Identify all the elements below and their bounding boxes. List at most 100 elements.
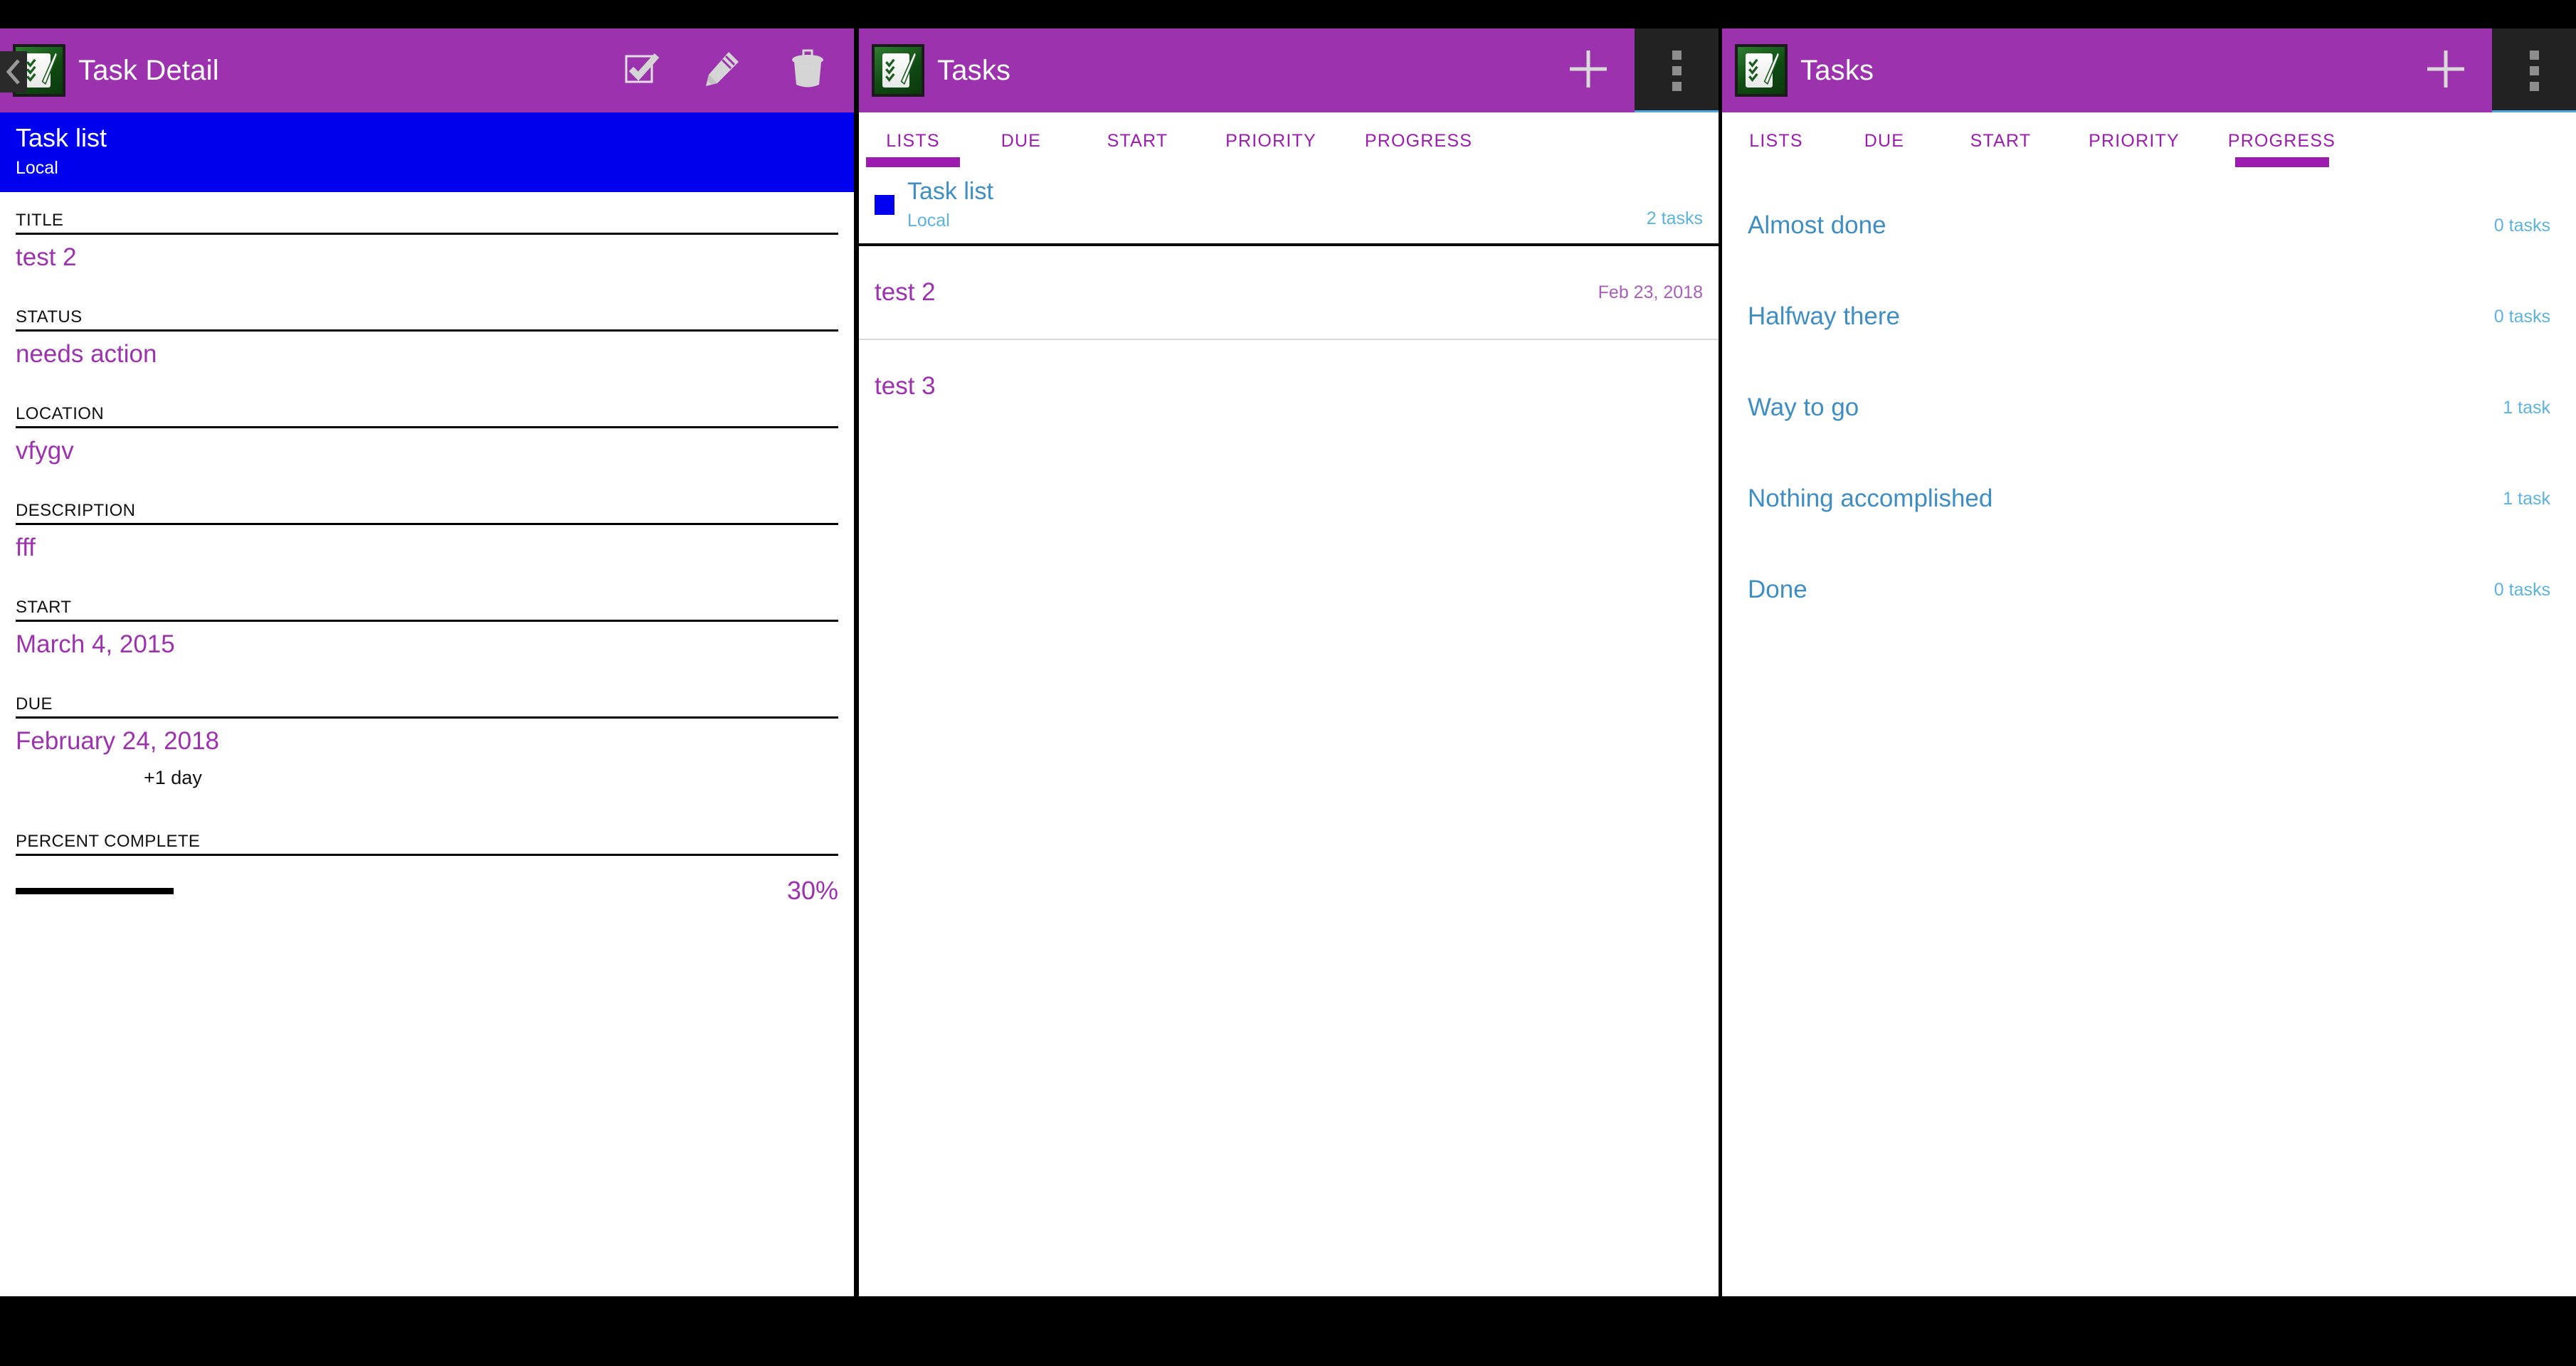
tab-lists[interactable]: LISTS [859, 131, 967, 167]
field-location[interactable]: LOCATION vfygv [16, 386, 838, 482]
task-due-date: Feb 23, 2018 [1598, 282, 1703, 302]
bucket-label: Almost done [1748, 211, 1886, 239]
list-item[interactable]: Way to go 1 task [1722, 362, 2576, 453]
field-percent-complete[interactable]: PERCENT COMPLETE 30% [16, 813, 838, 906]
field-title[interactable]: TITLE test 2 [16, 192, 838, 289]
field-status[interactable]: STATUS needs action [16, 289, 838, 386]
edit-task-button[interactable] [682, 28, 761, 112]
field-start[interactable]: START March 4, 2015 [16, 579, 838, 676]
plus-icon [2423, 46, 2469, 95]
table-row[interactable]: test 3 [859, 340, 1719, 433]
list-color-swatch [875, 194, 894, 215]
bucket-count: 0 tasks [2493, 215, 2550, 235]
add-task-button[interactable] [2400, 28, 2492, 112]
add-task-button[interactable] [1542, 28, 1635, 112]
more-vertical-icon [1672, 50, 1682, 60]
app-logo [872, 44, 924, 97]
more-vertical-icon [1672, 81, 1682, 91]
progress-appbar: Tasks [1722, 28, 2576, 112]
field-value: test 2 [16, 243, 77, 272]
page-title: Tasks [937, 54, 1011, 86]
percent-complete-slider[interactable] [16, 887, 542, 894]
field-value: fff [16, 534, 36, 562]
list-item[interactable]: Halfway there 0 tasks [1722, 271, 2576, 362]
list-task-count: 2 tasks [1646, 208, 1703, 229]
field-due[interactable]: DUE February 24, 2018 +1 day [16, 676, 838, 813]
complete-task-button[interactable] [602, 28, 682, 112]
tab-label: PROGRESS [1364, 131, 1473, 151]
field-value: February 24, 2018 [16, 727, 220, 756]
pencil-icon [702, 49, 741, 92]
table-row[interactable]: test 2 Feb 23, 2018 [859, 246, 1719, 341]
list-item[interactable]: Nothing accomplished 1 task [1722, 453, 2576, 544]
tab-start[interactable]: START [1938, 131, 2063, 167]
back-chevron-icon [6, 59, 21, 85]
task-title: test 2 [875, 278, 936, 307]
tab-label: DUE [1864, 131, 1905, 151]
list-account: Local [907, 210, 950, 231]
page-title: Task Detail [78, 54, 219, 86]
more-vertical-icon [2529, 81, 2539, 91]
bucket-count: 1 task [2503, 397, 2550, 418]
overflow-menu-button[interactable] [1635, 28, 1719, 112]
field-label: STATUS [16, 307, 838, 332]
tab-label: DUE [1001, 131, 1042, 151]
delete-task-button[interactable] [761, 28, 854, 112]
pencil-icon [900, 51, 917, 85]
task-title: test 3 [875, 372, 936, 401]
tab-due[interactable]: DUE [1830, 131, 1938, 167]
checkbox-checked-icon [623, 51, 660, 91]
lists-rows: Task list Local 2 tasks test 2 Feb 23, 2… [859, 167, 1719, 433]
plus-icon [1566, 46, 1611, 95]
back-button[interactable] [0, 51, 27, 92]
tab-label: START [1970, 131, 2032, 151]
field-description[interactable]: DESCRIPTION fff [16, 482, 838, 579]
field-label: DUE [16, 694, 838, 719]
bucket-label: Nothing accomplished [1748, 485, 1993, 512]
list-header-row[interactable]: Task list Local 2 tasks [859, 167, 1719, 247]
tab-priority[interactable]: PRIORITY [2063, 131, 2205, 167]
overflow-menu-button[interactable] [2492, 28, 2576, 112]
progress-tabbar: LISTS DUE START PRIORITY PROGRESS [1722, 112, 2576, 167]
tab-label: PRIORITY [2089, 131, 2180, 151]
bucket-count: 1 task [2503, 488, 2550, 509]
pencil-icon [41, 51, 58, 85]
field-value: needs action [16, 340, 157, 369]
tab-progress[interactable]: PROGRESS [2205, 131, 2358, 167]
list-title: Task list [907, 178, 993, 205]
task-fields: TITLE test 2 STATUS needs action LOCATIO… [0, 192, 854, 906]
trash-icon [789, 49, 826, 92]
tab-label: PRIORITY [1225, 131, 1316, 151]
list-item[interactable]: Done 0 tasks [1722, 544, 2576, 635]
bucket-label: Way to go [1748, 393, 1859, 421]
tab-progress[interactable]: PROGRESS [1342, 131, 1495, 167]
tab-due[interactable]: DUE [967, 131, 1075, 167]
task-detail-panel: Task Detail Task list Local TITLE test 2… [0, 28, 854, 1296]
field-value: vfygv [16, 437, 74, 465]
list-header-texts: Task list Local [907, 177, 1647, 232]
pencil-icon [1763, 51, 1780, 85]
banner-account: Local [16, 157, 58, 178]
bucket-count: 0 tasks [2493, 579, 2550, 600]
more-vertical-icon [1672, 65, 1682, 75]
field-label: PERCENT COMPLETE [16, 832, 838, 857]
tab-priority[interactable]: PRIORITY [1200, 131, 1342, 167]
task-list-banner[interactable]: Task list Local [0, 112, 854, 193]
banner-list-name: Task list [16, 123, 107, 152]
tab-start[interactable]: START [1075, 131, 1200, 167]
page-title: Tasks [1800, 54, 1874, 86]
list-item[interactable]: Almost done 0 tasks [1722, 180, 2576, 271]
more-vertical-icon [2529, 65, 2539, 75]
more-vertical-icon [2529, 50, 2539, 60]
tab-lists[interactable]: LISTS [1722, 131, 1830, 167]
tab-label: PROGRESS [2227, 131, 2336, 151]
percent-complete-fill [16, 887, 174, 894]
tab-label: LISTS [886, 131, 940, 151]
bucket-label: Halfway there [1748, 302, 1900, 330]
field-label: START [16, 598, 838, 623]
detail-appbar: Task Detail [0, 28, 854, 112]
field-label: LOCATION [16, 404, 838, 429]
tab-active-underline [2234, 157, 2329, 167]
lists-appbar: Tasks [859, 28, 1719, 112]
tab-active-underline [866, 157, 960, 167]
